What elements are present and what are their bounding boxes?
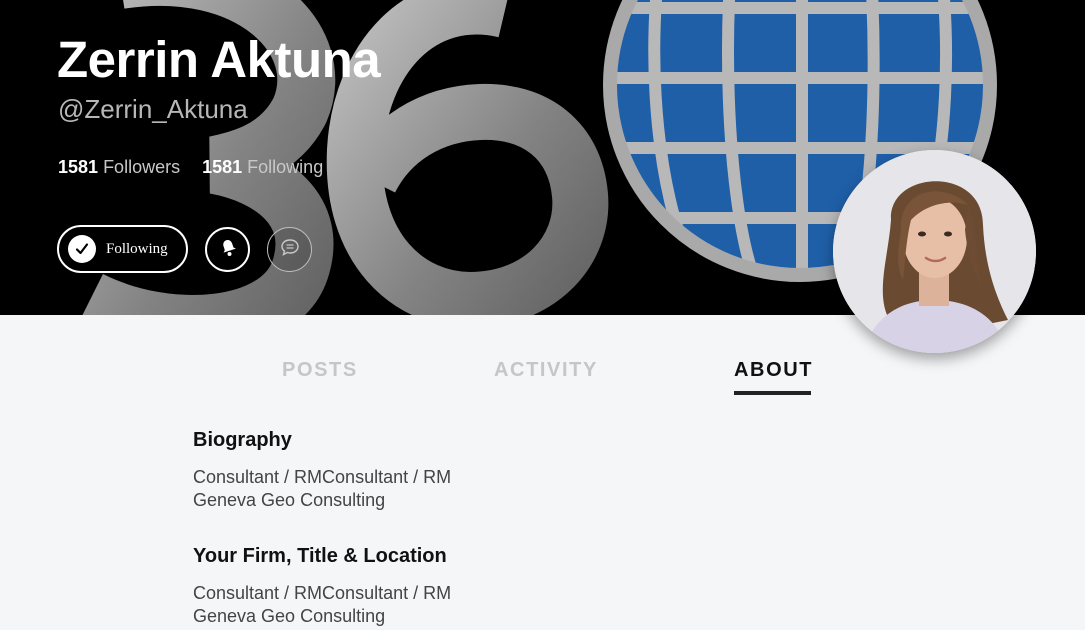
following-button-label: Following — [106, 240, 168, 257]
followers-count: 1581 — [58, 157, 99, 177]
following-stat[interactable]: 1581 Following — [202, 157, 323, 178]
message-button[interactable] — [267, 227, 312, 272]
biography-heading: Biography — [193, 429, 292, 451]
followers-label: Followers — [103, 157, 181, 177]
firm-line: Geneva Geo Consulting — [193, 606, 386, 626]
tab-posts[interactable]: POSTS — [282, 359, 358, 382]
avatar-portrait — [833, 150, 1036, 353]
biography-line: Geneva Geo Consulting — [193, 490, 386, 510]
active-tab-indicator — [734, 391, 811, 395]
tab-about[interactable]: ABOUT — [734, 359, 813, 382]
tab-activity[interactable]: ACTIVITY — [494, 359, 598, 382]
check-icon — [68, 235, 96, 263]
biography-line: Consultant / RMConsultant / RM — [193, 467, 452, 487]
following-count: 1581 — [202, 157, 243, 177]
following-button[interactable]: Following — [57, 225, 188, 273]
firm-title-location-heading: Your Firm, Title & Location — [193, 545, 447, 567]
profile-stats: 1581 Followers 1581 Following — [58, 157, 323, 178]
avatar — [833, 150, 1036, 353]
firm-line: Consultant / RMConsultant / RM — [193, 583, 452, 603]
profile-name: Zerrin Aktuna — [57, 31, 381, 88]
chat-icon — [279, 236, 301, 263]
notifications-button[interactable] — [205, 227, 250, 272]
following-label: Following — [247, 157, 324, 177]
followers-stat[interactable]: 1581 Followers — [58, 157, 180, 178]
profile-handle: @Zerrin_Aktuna — [58, 94, 248, 124]
bell-icon — [217, 236, 239, 263]
